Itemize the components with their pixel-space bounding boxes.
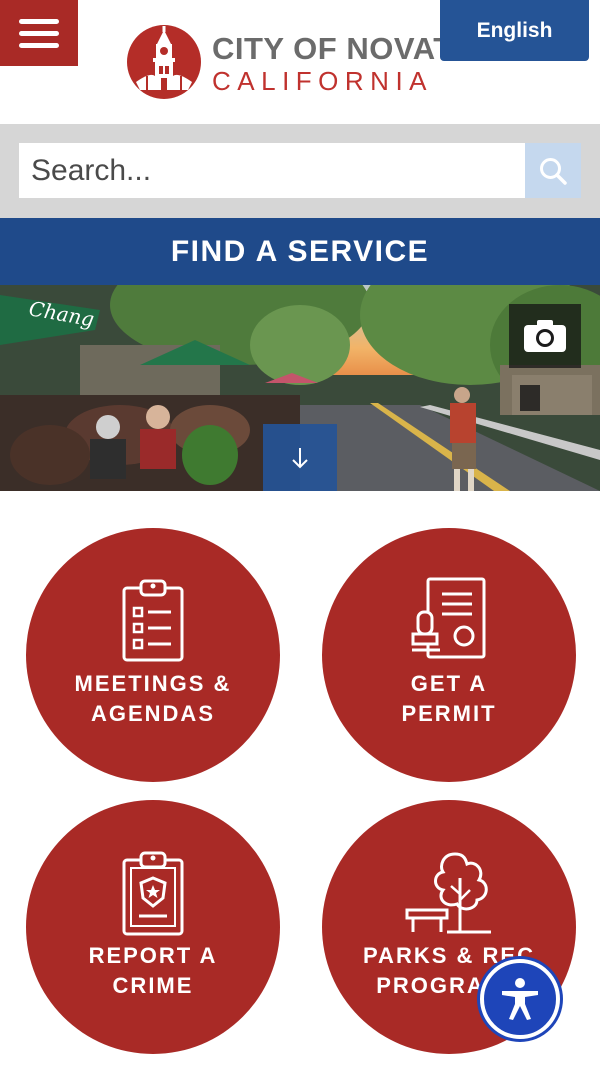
service-label-line1: REPORT A (88, 943, 218, 968)
police-badge-clipboard-icon (122, 851, 184, 936)
logo-subtitle: CALIFORNIA (212, 66, 434, 96)
service-label-line2: PERMIT (401, 701, 497, 726)
menu-bar (19, 42, 59, 48)
hamburger-menu-button[interactable] (0, 0, 78, 66)
service-label-line1: MEETINGS & (74, 671, 232, 696)
hero-image: Chang (0, 285, 600, 491)
clipboard-list-icon (122, 579, 184, 662)
service-label-line2: AGENDAS (90, 701, 215, 726)
permit-stamp-icon (411, 577, 486, 659)
city-logo-link[interactable]: CITY OF NOVATO CALIFORNIA (126, 24, 476, 102)
photo-credit-button[interactable] (509, 304, 581, 368)
find-a-service-button[interactable]: FIND A SERVICE (0, 218, 600, 285)
arrow-down-icon (292, 447, 308, 468)
camera-icon (524, 320, 566, 352)
accessibility-button[interactable] (480, 959, 560, 1039)
menu-bar (19, 18, 59, 24)
service-label-line1: GET A (410, 671, 488, 696)
service-label-line2: CRIME (112, 973, 194, 998)
city-seal-icon (127, 25, 201, 99)
menu-bar (19, 30, 59, 36)
logo-title: CITY OF NOVATO (212, 31, 477, 66)
language-button[interactable]: English (440, 0, 589, 61)
accessibility-icon (502, 978, 538, 1020)
get-a-permit-button[interactable]: GET A PERMIT (322, 528, 576, 782)
search-bar (0, 124, 600, 218)
search-icon (540, 157, 567, 185)
tree-bench-icon (405, 852, 491, 934)
scroll-down-button[interactable] (263, 424, 337, 491)
meetings-agendas-button[interactable]: MEETINGS & AGENDAS (26, 528, 280, 782)
site-header: CITY OF NOVATO CALIFORNIA English (0, 0, 600, 124)
search-input[interactable] (19, 143, 525, 198)
search-button[interactable] (525, 143, 581, 198)
report-a-crime-button[interactable]: REPORT A CRIME (26, 800, 280, 1054)
